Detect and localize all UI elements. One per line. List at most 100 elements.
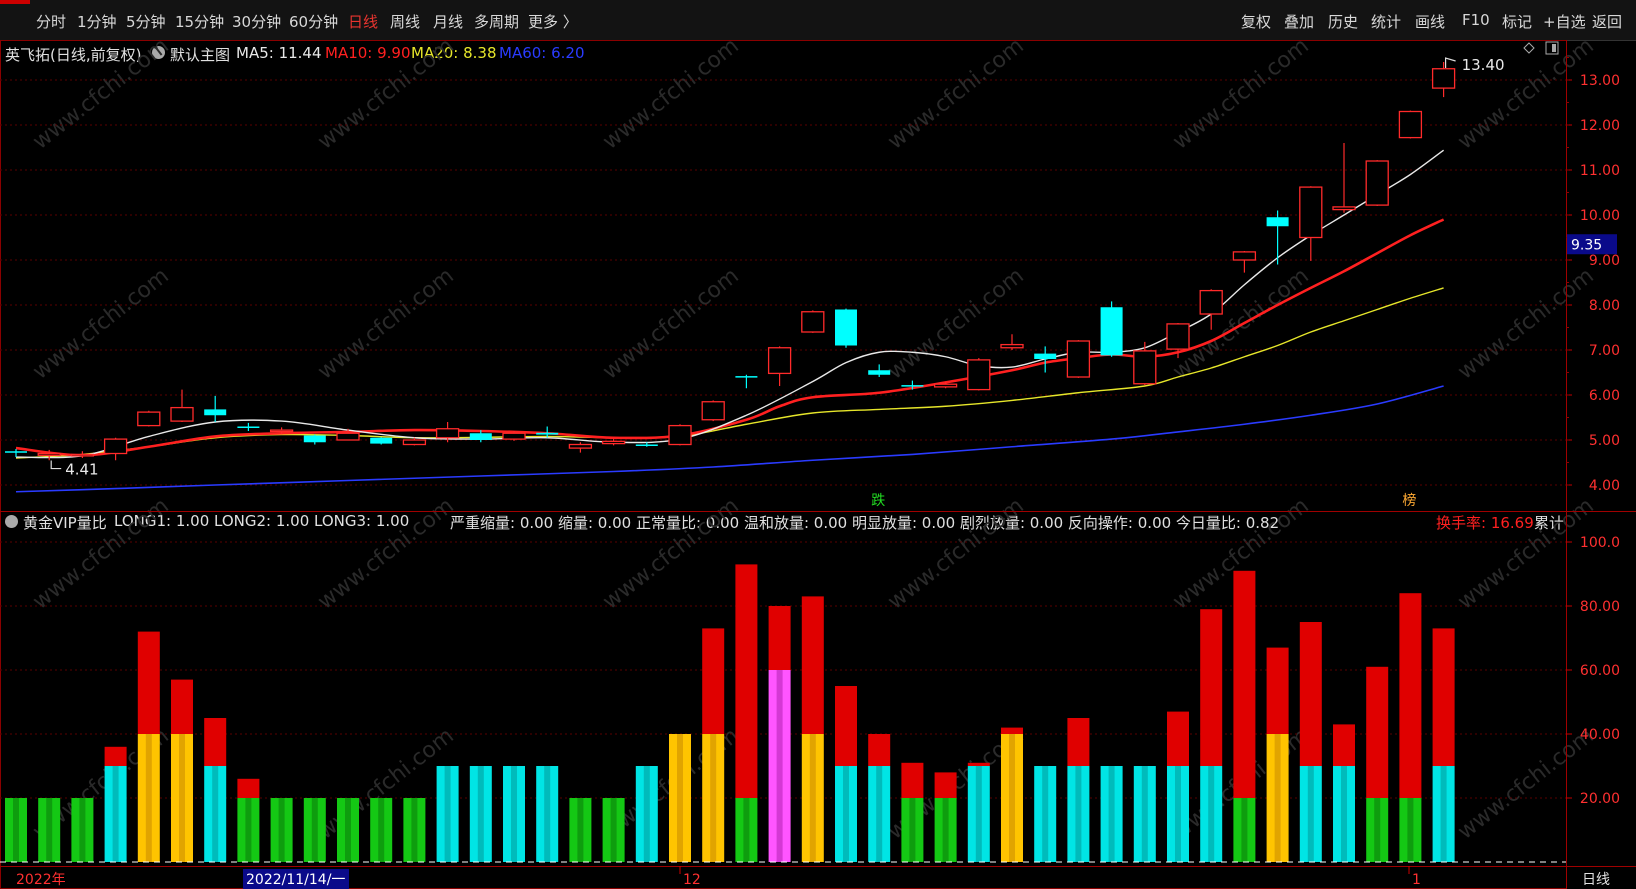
ma5-line [15, 149, 1445, 459]
volume-bar-shade [1440, 766, 1447, 862]
volume-bar-excess [868, 734, 891, 766]
period-label: 日线 [1582, 872, 1610, 888]
volume-bar-base [1167, 766, 1189, 862]
volume-bar-base [602, 798, 625, 862]
indicator-settings-icon[interactable] [5, 515, 18, 528]
volume-bar-shade [544, 766, 551, 862]
tab-daily[interactable]: 日线 [348, 11, 378, 32]
watermark-text: www.cfchi.com [1168, 263, 1313, 384]
tab-monthly[interactable]: 月线 [433, 11, 463, 32]
watermark-text: www.cfchi.com [1453, 723, 1598, 844]
price-tick-label: 13.00 [1580, 73, 1620, 89]
add-watchlist-button[interactable]: +自选 [1543, 11, 1586, 32]
watermark-text: www.cfchi.com [883, 723, 1028, 844]
volume-bar-base [104, 766, 127, 862]
template-name[interactable]: 默认主图 [170, 44, 230, 65]
volume-bar-shade [809, 734, 816, 862]
volume-bar-base [370, 798, 393, 862]
tab-multi-period[interactable]: 多周期 [474, 11, 519, 32]
fall-marker: 跌 [871, 493, 885, 509]
ma5-label: MA5: 11.44 [236, 44, 322, 62]
volume-bar-base [171, 734, 193, 862]
month-12-label: 12 [683, 872, 701, 888]
ma-lines [15, 149, 1445, 493]
tab-fenshi[interactable]: 分时 [36, 11, 66, 32]
date-axis: 2022年 2022/11/14/一 12 1 日线 [16, 866, 1610, 889]
volume-bar-excess [835, 686, 857, 766]
candle-up [568, 443, 593, 449]
candle-up [1299, 186, 1323, 239]
volume-bar-shade [942, 798, 949, 862]
tab-1min[interactable]: 1分钟 [77, 11, 117, 32]
candle-down [5, 451, 27, 453]
volume-bar-base [1133, 766, 1156, 862]
candle-down [635, 444, 658, 446]
volume-bar-base [768, 670, 791, 862]
volume-bar-base [436, 766, 459, 862]
volume-bar-base [1100, 766, 1123, 862]
mark-button[interactable]: 标记 [1502, 11, 1532, 32]
kline-chart[interactable]: www.cfchi.com www.cfchi.com www.cfchi.com w… [0, 0, 1636, 889]
price-tick-label: 12.00 [1580, 118, 1620, 134]
volume-bar-excess [1233, 570, 1256, 798]
watermark-text: www.cfchi.com [598, 263, 743, 384]
tab-30min[interactable]: 30分钟 [232, 11, 281, 32]
tab-5min[interactable]: 5分钟 [126, 11, 166, 32]
volume-bar-base [868, 766, 891, 862]
candle-up [701, 401, 725, 421]
volume-bar-base [1333, 766, 1355, 862]
volume-bar-shade [511, 766, 517, 862]
outer-frame [0, 40, 1567, 889]
low-price-label: 4.41 [65, 461, 98, 479]
tab-more[interactable]: 更多 〉 [528, 11, 578, 32]
tab-15min[interactable]: 15分钟 [175, 11, 224, 32]
adjust-button[interactable]: 复权 [1241, 11, 1271, 32]
overlay-button[interactable]: 叠加 [1284, 11, 1314, 32]
candle-down [868, 370, 891, 375]
price-grid [0, 40, 1636, 889]
ma60-line [15, 385, 1444, 493]
stats-button[interactable]: 统计 [1371, 11, 1401, 32]
indicator-name[interactable]: 黄金VIP量比 [23, 512, 107, 533]
volume-bar-shade [876, 766, 883, 862]
candle-down [901, 385, 924, 387]
settings-circle-icon[interactable] [152, 46, 165, 59]
volume-bar-base [1366, 798, 1389, 862]
indicator-params: LONG1: 1.00 LONG2: 1.00 LONG3: 1.00 [114, 512, 410, 530]
volume-tick-label: 80.00 [1580, 599, 1620, 615]
volume-bar-shade [1341, 766, 1347, 862]
volume-bar-excess [171, 679, 193, 734]
volume-bar-excess [204, 718, 227, 766]
volume-bar-base [204, 766, 227, 862]
volume-bar-shade [843, 766, 849, 862]
stock-title[interactable]: 英飞拓(日线,前复权) [5, 44, 141, 65]
current-price-tag [1567, 234, 1617, 255]
candle-up [137, 411, 161, 427]
history-button[interactable]: 历史 [1328, 11, 1358, 32]
price-axis: 13.00 12.00 11.00 10.00 9.00 8.00 7.00 6.00 5.00… [1566, 57, 1620, 494]
volume-bar-base [967, 766, 990, 862]
volume-bar-base [237, 798, 260, 862]
watermark-text: www.cfchi.com [598, 723, 743, 844]
volume-bar-excess [967, 762, 990, 766]
candle-down [1100, 307, 1123, 356]
watermark-text: www.cfchi.com [1453, 263, 1598, 384]
watermark-text: www.cfchi.com [1168, 723, 1313, 844]
volume-bar-base [137, 734, 160, 862]
candle-up [1199, 289, 1223, 315]
candle-up [103, 438, 128, 455]
tab-weekly[interactable]: 周线 [390, 11, 420, 32]
volume-bar-base [38, 798, 61, 862]
volume-bar-shade [311, 798, 318, 862]
candle-up [70, 453, 95, 457]
volume-panel-header: 黄金VIP量比 LONG1: 1.00 LONG2: 1.00 LONG3: 1… [0, 511, 1566, 533]
f10-button[interactable]: F10 [1462, 11, 1490, 29]
draw-button[interactable]: 画线 [1415, 11, 1445, 32]
candle-up [336, 432, 360, 441]
volume-bar-shade [643, 766, 650, 862]
back-button[interactable]: 返回 [1592, 11, 1622, 32]
tab-60min[interactable]: 60分钟 [289, 11, 338, 32]
price-tick-label: 8.00 [1589, 298, 1620, 314]
candle-up [767, 347, 792, 375]
price-tick-label: 4.00 [1589, 478, 1620, 494]
